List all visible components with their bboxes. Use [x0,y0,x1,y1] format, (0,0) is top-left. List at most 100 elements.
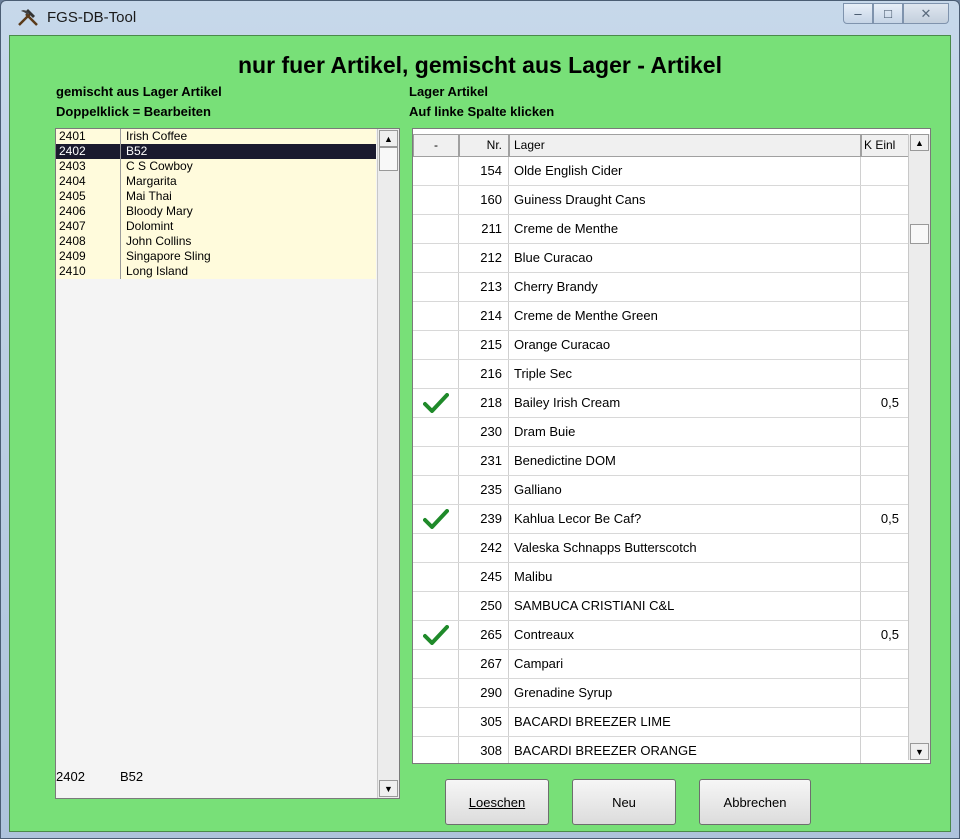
row-select-cell[interactable] [413,360,459,388]
scroll-thumb[interactable] [379,147,398,171]
list-item[interactable]: 2405 Mai Thai [56,189,376,204]
row-select-cell[interactable] [413,418,459,446]
table-row[interactable]: 308 BACARDI BREEZER ORANGE [413,737,909,763]
list-item[interactable]: 2406 Bloody Mary [56,204,376,219]
table-row[interactable]: 235 Galliano [413,476,909,505]
table-row[interactable]: 154 Olde English Cider [413,157,909,186]
app-window: FGS-DB-Tool – □ ✕ nur fuer Artikel, gemi… [0,0,960,839]
column-separator [120,189,121,204]
table-row[interactable]: 216 Triple Sec [413,360,909,389]
table-row[interactable]: 267 Campari [413,650,909,679]
column-header-nr[interactable]: Nr. [459,134,509,157]
table-row[interactable]: 213 Cherry Brandy [413,273,909,302]
row-nr: 290 [459,679,509,707]
row-select-cell[interactable] [413,389,459,417]
row-select-cell[interactable] [413,534,459,562]
list-item[interactable]: 2409 Singapore Sling [56,249,376,264]
list-item[interactable]: 2403 C S Cowboy [56,159,376,174]
close-button[interactable]: ✕ [903,3,949,24]
row-nr: 308 [459,737,509,763]
column-header-lager[interactable]: Lager [509,134,861,157]
row-select-cell[interactable] [413,244,459,272]
row-nr: 214 [459,302,509,330]
row-select-cell[interactable] [413,592,459,620]
mixed-article-list[interactable]: 2401 Irish Coffee 2402 B52 2403 C S Cowboy 240… [55,128,400,799]
row-select-cell[interactable] [413,505,459,533]
column-header-k-einl[interactable]: K Einl [861,134,909,157]
list-item[interactable]: 2404 Margarita [56,174,376,189]
list-item-code: 2401 [59,129,86,143]
table-row[interactable]: 215 Orange Curacao [413,331,909,360]
row-k-einl [861,592,909,620]
row-select-cell[interactable] [413,215,459,243]
row-lager-name: Olde English Cider [509,157,861,185]
row-select-cell[interactable] [413,563,459,591]
delete-button[interactable]: Loeschen [445,779,549,825]
new-button[interactable]: Neu [572,779,676,825]
table-row[interactable]: 250 SAMBUCA CRISTIANI C&L [413,592,909,621]
column-separator [120,174,121,189]
row-select-cell[interactable] [413,737,459,763]
table-row[interactable]: 160 Guiness Draught Cans [413,186,909,215]
table-row[interactable]: 212 Blue Curacao [413,244,909,273]
row-select-cell[interactable] [413,302,459,330]
title-bar[interactable]: FGS-DB-Tool – □ ✕ [1,1,959,35]
stock-article-grid[interactable]: - Nr. Lager K Einl 154 Olde English Cider… [412,128,931,764]
row-select-cell[interactable] [413,476,459,504]
table-row[interactable]: 211 Creme de Menthe [413,215,909,244]
row-select-cell[interactable] [413,708,459,736]
table-row[interactable]: 214 Creme de Menthe Green [413,302,909,331]
maximize-icon: □ [884,6,892,21]
scroll-down-button[interactable]: ▼ [910,743,929,760]
row-nr: 160 [459,186,509,214]
cancel-button[interactable]: Abbrechen [699,779,811,825]
table-row[interactable]: 265 Contreaux 0,5 [413,621,909,650]
scroll-thumb[interactable] [910,224,929,244]
row-select-cell[interactable] [413,621,459,649]
table-row[interactable]: 218 Bailey Irish Cream 0,5 [413,389,909,418]
row-lager-name: BACARDI BREEZER LIME [509,708,861,736]
column-separator [120,234,121,249]
scroll-down-button[interactable]: ▼ [379,780,398,797]
selected-name: B52 [120,769,144,784]
cancel-button-label: Abbrechen [723,794,787,810]
row-nr: 265 [459,621,509,649]
list-item[interactable]: 2408 John Collins [56,234,376,249]
table-row[interactable]: 305 BACARDI BREEZER LIME [413,708,909,737]
row-select-cell[interactable] [413,679,459,707]
table-row[interactable]: 242 Valeska Schnapps Butterscotch [413,534,909,563]
column-header-select[interactable]: - [413,134,459,157]
arrow-up-icon: ▲ [915,137,924,148]
row-select-cell[interactable] [413,273,459,301]
row-lager-name: Creme de Menthe Green [509,302,861,330]
row-select-cell[interactable] [413,447,459,475]
scroll-up-button[interactable]: ▲ [379,130,398,147]
row-k-einl [861,215,909,243]
table-row[interactable]: 290 Grenadine Syrup [413,679,909,708]
row-select-cell[interactable] [413,331,459,359]
hammer-pick-icon [18,9,38,26]
list-item[interactable]: 2407 Dolomint [56,219,376,234]
minimize-button[interactable]: – [843,3,873,24]
row-select-cell[interactable] [413,186,459,214]
table-row[interactable]: 245 Malibu [413,563,909,592]
table-row[interactable]: 231 Benedictine DOM [413,447,909,476]
row-nr: 215 [459,331,509,359]
list-item[interactable]: 2410 Long Island [56,264,376,279]
row-k-einl [861,534,909,562]
maximize-button[interactable]: □ [873,3,903,24]
scroll-up-button[interactable]: ▲ [910,134,929,151]
list-item[interactable]: 2402 B52 [56,144,376,159]
list-item-code: 2407 [59,219,86,233]
grid-scrollbar[interactable]: ▲ ▼ [908,134,930,760]
left-list-scrollbar[interactable]: ▲ ▼ [377,129,399,798]
list-item[interactable]: 2401 Irish Coffee [56,129,376,144]
table-row[interactable]: 230 Dram Buie [413,418,909,447]
row-select-cell[interactable] [413,650,459,678]
row-k-einl [861,708,909,736]
column-separator [120,129,121,144]
row-nr: 212 [459,244,509,272]
row-k-einl [861,737,909,763]
table-row[interactable]: 239 Kahlua Lecor Be Caf? 0,5 [413,505,909,534]
row-select-cell[interactable] [413,157,459,185]
